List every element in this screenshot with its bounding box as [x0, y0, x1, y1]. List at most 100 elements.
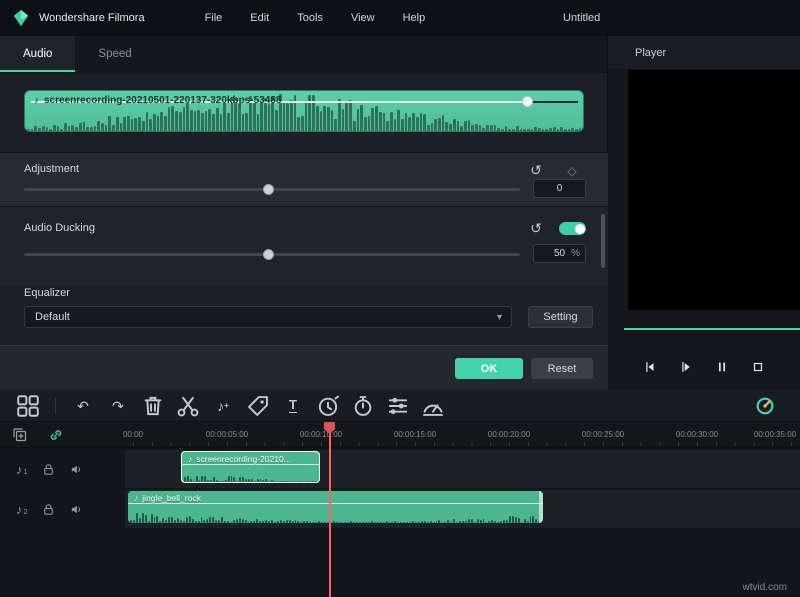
render-preview-icon[interactable] [752, 393, 778, 419]
lock-icon[interactable] [41, 462, 56, 477]
menu-help[interactable]: Help [403, 12, 426, 24]
stop-button[interactable] [751, 360, 765, 374]
ruler-label: 00:00:35:00 [754, 430, 796, 439]
track-header-1: ♪1 [0, 450, 125, 488]
audio-ducking-section: Audio Ducking ↺ 50 % [0, 206, 608, 286]
timeline-clip-jingle-bell-rock[interactable]: ♪ jingle_bell_rock [128, 491, 543, 523]
stopwatch-icon[interactable] [350, 393, 376, 419]
previous-frame-button[interactable] [643, 360, 657, 374]
player-seekbar[interactable] [624, 328, 800, 330]
timeline-ruler[interactable]: 00:00 00:00:05:00 00:00:10:00 00:00:15:0… [0, 422, 800, 448]
audio-clip-preview: ♪ screenrecording-20210501-220137-320kbp… [24, 90, 584, 132]
adjustment-value: 0 [557, 183, 563, 194]
reset-button-label: Reset [548, 363, 577, 375]
clip-name: screenrecording-20210... [196, 454, 291, 464]
link-icon[interactable] [48, 427, 64, 443]
panel-scrollbar[interactable] [601, 214, 605, 268]
equalizer-preset-dropdown[interactable]: Default ▾ [24, 306, 512, 328]
ducking-reset-icon[interactable]: ↺ [527, 219, 545, 237]
audio-clip-title-row: ♪ screenrecording-20210501-220137-320kbp… [34, 95, 281, 106]
ducking-slider[interactable] [24, 253, 520, 256]
ducking-slider-handle[interactable] [263, 249, 274, 260]
menu-file[interactable]: File [205, 12, 223, 24]
text-tool-icon[interactable]: T [280, 393, 306, 419]
adjustment-label: Adjustment [24, 163, 79, 175]
music-note-icon: ♪ [34, 95, 39, 106]
ruler-label: 00:00 [123, 430, 143, 439]
reset-button[interactable]: Reset [531, 358, 593, 379]
redo-icon[interactable]: ↷ [105, 393, 131, 419]
timeline-clip-screenrecording[interactable]: ♪ screenrecording-20210... [181, 451, 320, 483]
equalizer-setting-button[interactable]: Setting [528, 306, 593, 328]
clip-waveform [128, 503, 543, 523]
track-number: 1 [24, 467, 28, 476]
menu-tools[interactable]: Tools [297, 12, 323, 24]
adjustment-slider-handle[interactable] [263, 184, 274, 195]
adjustment-slider[interactable] [24, 188, 520, 191]
audio-meter-icon[interactable] [420, 393, 446, 419]
add-media-track-icon[interactable] [12, 427, 28, 443]
delete-icon[interactable] [140, 393, 166, 419]
audio-track-icon: ♪1 [16, 462, 28, 477]
undo-icon[interactable]: ↶ [70, 393, 96, 419]
ruler-label: 00:00:05:00 [206, 430, 248, 439]
music-note-plus-icon[interactable]: ♪+ [210, 393, 236, 419]
tab-speed[interactable]: Speed [75, 36, 154, 72]
adjustment-section: Adjustment ↺ ◇ 0 [0, 152, 608, 206]
audio-track-icon: ♪2 [16, 502, 28, 517]
pause-button[interactable] [715, 360, 729, 374]
player-title: Player [635, 47, 666, 59]
timeline-toolbar: ↶ ↷ ♪+ T [0, 390, 800, 422]
top-menu-bar: Wondershare Filmora File Edit Tools View… [0, 0, 800, 36]
speaker-icon[interactable] [69, 462, 84, 477]
clip-waveform [182, 469, 319, 483]
player-header: Player [608, 36, 800, 70]
ok-button-label: OK [481, 363, 498, 375]
menu-bar: File Edit Tools View Help [205, 12, 426, 24]
adjustment-keyframe-icon[interactable]: ◇ [563, 162, 581, 180]
menu-view[interactable]: View [351, 12, 375, 24]
media-grid-icon[interactable] [15, 393, 41, 419]
play-button[interactable] [679, 360, 693, 374]
tab-audio[interactable]: Audio [0, 36, 75, 72]
ruler-ticks [133, 442, 800, 446]
timeline-panel: ↶ ↷ ♪+ T [0, 390, 800, 597]
ducking-value-field[interactable]: 50 % [533, 244, 586, 263]
adjustment-value-field[interactable]: 0 [533, 179, 586, 198]
ducking-value: 50 [554, 248, 565, 259]
clip-label-row: ♪ jingle_bell_rock [134, 493, 201, 503]
equalizer-preset-value: Default [35, 311, 70, 323]
adjustment-reset-icon[interactable]: ↺ [527, 161, 545, 179]
player-panel: Player [608, 36, 800, 390]
lock-icon[interactable] [41, 502, 56, 517]
app-title: Wondershare Filmora [39, 12, 145, 24]
panel-tabbar: Audio Speed [0, 36, 607, 73]
filmora-window: Wondershare Filmora File Edit Tools View… [0, 0, 800, 597]
speaker-icon[interactable] [69, 502, 84, 517]
split-scissors-icon[interactable] [175, 393, 201, 419]
track-number: 2 [24, 507, 28, 516]
ducking-unit: % [571, 248, 580, 259]
clock-arrow-icon[interactable] [315, 393, 341, 419]
ruler-label: 00:00:10:00 [300, 430, 342, 439]
chevron-down-icon: ▾ [497, 312, 502, 323]
equalizer-setting-label: Setting [543, 311, 577, 323]
ruler-label: 00:00:20:00 [488, 430, 530, 439]
audio-edit-panel: Audio Speed ♪ screenrecording-20210501-2… [0, 36, 608, 390]
tag-icon[interactable] [245, 393, 271, 419]
equalizer-section: Equalizer Default ▾ Setting [0, 286, 608, 345]
clip-label-row: ♪ screenrecording-20210... [188, 454, 291, 464]
menu-edit[interactable]: Edit [250, 12, 269, 24]
ok-button[interactable]: OK [455, 358, 523, 379]
ducking-label: Audio Ducking [24, 222, 95, 234]
volume-envelope-handle[interactable] [522, 96, 533, 107]
adjust-sliders-icon[interactable] [385, 393, 411, 419]
playhead-line [329, 423, 331, 597]
panel-footer: OK Reset [0, 345, 608, 390]
ruler-label: 00:00:30:00 [676, 430, 718, 439]
music-note-icon: ♪ [134, 493, 138, 503]
ruler-label: 00:00:25:00 [582, 430, 624, 439]
player-controls [608, 344, 800, 390]
ducking-toggle[interactable] [559, 222, 586, 235]
track-header-2: ♪2 [0, 490, 125, 528]
